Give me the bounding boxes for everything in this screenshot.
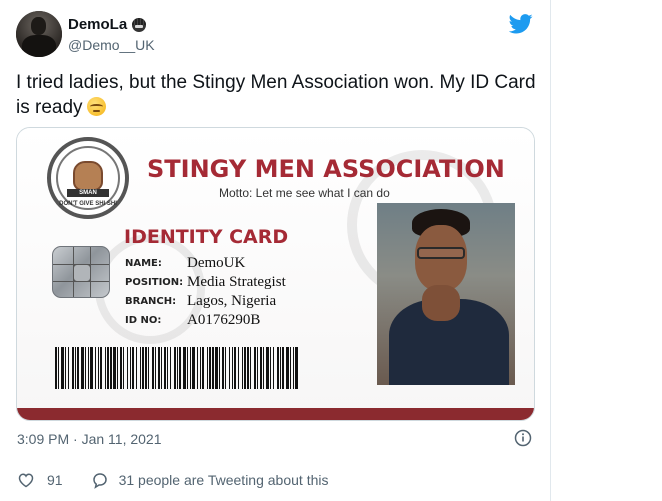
author-display-name[interactable]: DemoLa <box>68 16 127 33</box>
field-value: Media Strategist <box>187 274 286 290</box>
ninja-emoji-icon <box>132 17 147 32</box>
field-value: Lagos, Nigeria <box>187 293 277 309</box>
chip-center <box>73 264 91 282</box>
comment-bubble-icon[interactable] <box>91 471 109 489</box>
fist-icon <box>73 161 103 191</box>
smart-chip-icon <box>52 246 110 298</box>
barcode-stripe <box>294 347 298 389</box>
tweet-timestamp[interactable]: 3:09 PM · Jan 11, 2021 <box>17 431 162 447</box>
card-footer-bar <box>17 408 534 420</box>
card-type-title: IDENTITY CARD <box>124 226 289 248</box>
seal-text: DON'T GIVE SHI SHI <box>59 201 117 207</box>
card-fields: NAME: DemoUK POSITION: Media Strategist … <box>125 255 286 331</box>
field-row-branch: BRANCH: Lagos, Nigeria <box>125 293 286 310</box>
info-icon[interactable] <box>514 429 532 447</box>
field-row-name: NAME: DemoUK <box>125 255 286 272</box>
avatar[interactable] <box>16 11 62 57</box>
tweet-text: I tried ladies, but the Stingy Men Assoc… <box>16 70 536 120</box>
field-value: DemoUK <box>187 255 246 271</box>
field-label: POSITION: <box>125 277 184 288</box>
heart-icon[interactable] <box>17 471 35 489</box>
barcode <box>55 347 298 389</box>
avatar-body <box>22 35 56 57</box>
field-value: A0176290B <box>187 312 261 328</box>
organization-name: STINGY MEN ASSOCIATION <box>147 155 505 183</box>
association-seal-logo: SMAN DON'T GIVE SHI SHI <box>47 137 129 219</box>
organization-motto: Motto: Let me see what I can do <box>219 186 390 200</box>
photo-hands <box>422 285 460 321</box>
tweet-card: DemoLa @Demo__UK I tried ladies, but the… <box>0 0 551 501</box>
avatar-head <box>31 17 46 35</box>
field-row-id-number: ID NO: A0176290B <box>125 312 286 329</box>
author-name-line[interactable]: DemoLa <box>68 16 147 33</box>
profile-photo <box>377 203 515 385</box>
field-label: ID NO: <box>125 315 162 326</box>
discussion-link[interactable]: 31 people are Tweeting about this <box>119 472 329 488</box>
like-count[interactable]: 91 <box>47 472 63 488</box>
seal-band: SMAN <box>67 189 109 197</box>
field-row-position: POSITION: Media Strategist <box>125 274 286 291</box>
field-label: NAME: <box>125 258 162 269</box>
tweet-actions: 91 31 people are Tweeting about this <box>17 471 328 489</box>
tweet-media-id-card[interactable]: SMAN DON'T GIVE SHI SHI STINGY MEN ASSOC… <box>16 127 535 421</box>
author-handle[interactable]: @Demo__UK <box>68 37 155 53</box>
field-label: BRANCH: <box>125 296 177 307</box>
twitter-bird-icon[interactable] <box>509 14 533 34</box>
face-with-rolling-eyes-emoji-icon <box>86 97 106 116</box>
photo-glasses <box>417 247 465 259</box>
